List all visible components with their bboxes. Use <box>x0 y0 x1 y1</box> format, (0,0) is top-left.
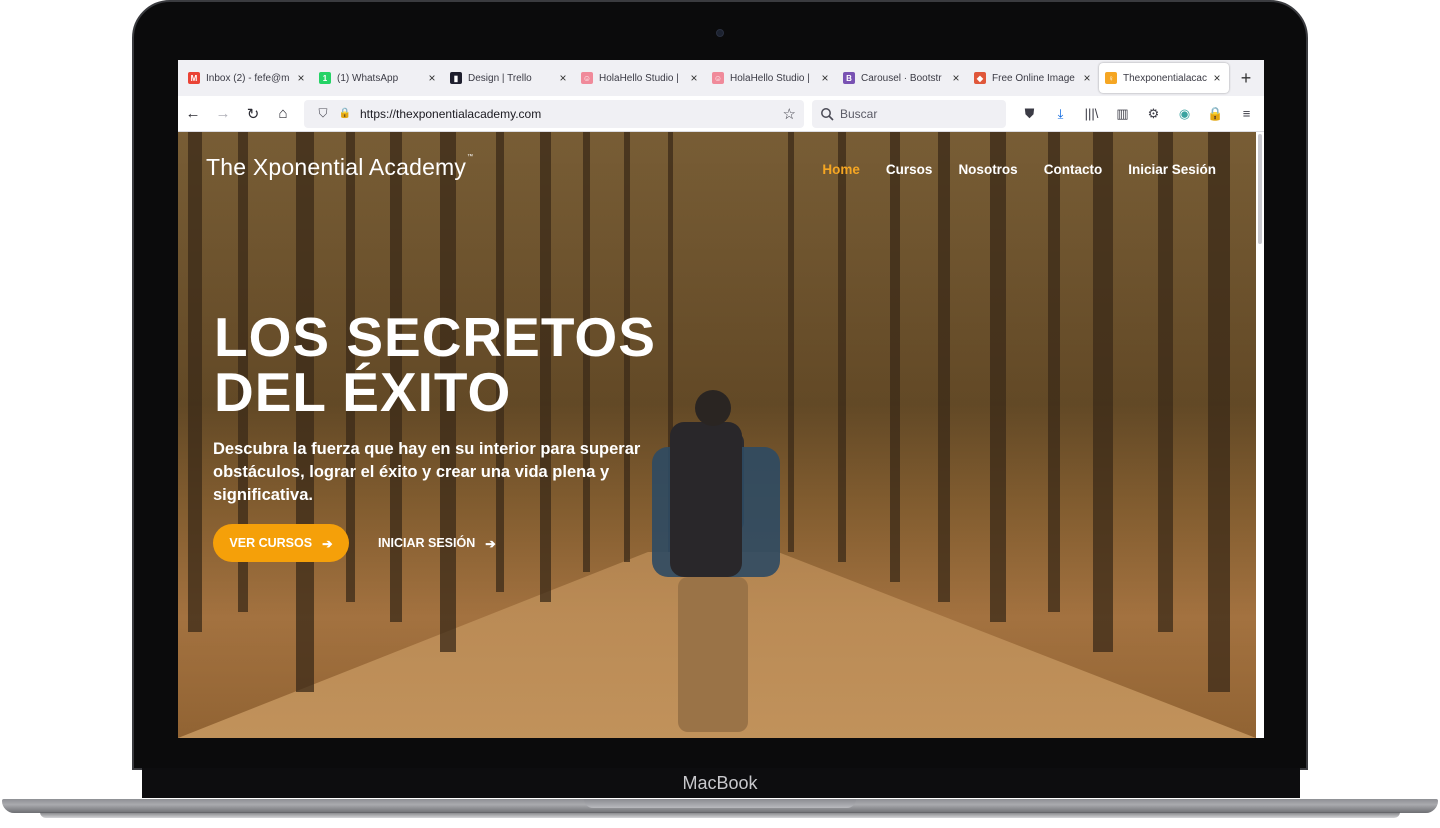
image-tool-icon: ◆ <box>974 72 986 84</box>
laptop-notch <box>584 799 856 808</box>
browser-tab[interactable]: ♀ Thexponentialacac × <box>1099 63 1229 93</box>
holahello-icon: ☺ <box>712 72 724 84</box>
tab-title: Carousel · Bootstr <box>861 72 942 84</box>
lock-icon[interactable]: 🔒 <box>334 108 356 119</box>
browser-tab[interactable]: B Carousel · Bootstr × <box>837 63 968 93</box>
pocket-icon[interactable]: ⛊ <box>1014 100 1045 128</box>
tab-title: Free Online Image <box>992 72 1075 84</box>
tab-title: Design | Trello <box>468 72 532 84</box>
navigation-toolbar: ← → ↻ ⌂ ⛉ 🔒 https://thexponentialacademy… <box>178 96 1264 132</box>
nav-link-cursos[interactable]: Cursos <box>886 162 933 177</box>
back-icon[interactable]: ← <box>178 100 208 128</box>
holahello-icon: ☺ <box>581 72 593 84</box>
tab-title: (1) WhatsApp <box>337 72 399 84</box>
download-icon[interactable]: ⤓ <box>1045 100 1076 128</box>
iniciar-sesion-label: INICIAR SESIÓN <box>378 536 476 550</box>
arrow-right-icon: ➔ <box>322 536 333 551</box>
camera-icon <box>716 29 724 37</box>
library-icon[interactable]: |||\ <box>1076 100 1107 128</box>
nav-link-contacto[interactable]: Contacto <box>1044 162 1103 177</box>
forest-background <box>178 132 1256 738</box>
whatsapp-icon: 1 <box>319 72 331 84</box>
browser-tab[interactable]: 1 (1) WhatsApp × <box>313 63 444 93</box>
address-bar[interactable]: ⛉ 🔒 https://thexponentialacademy.com ☆ <box>304 99 804 128</box>
url-text[interactable]: https://thexponentialacademy.com <box>360 107 541 121</box>
lightbulb-icon: ♀ <box>1105 72 1117 84</box>
forward-icon[interactable]: → <box>208 100 238 128</box>
new-tab-button[interactable]: + <box>1231 63 1261 93</box>
browser-tab[interactable]: ☺ HolaHello Studio | × <box>575 63 706 93</box>
tab-title: HolaHello Studio | <box>599 72 679 84</box>
hero-subtitle: Descubra la fuerza que hay en su interio… <box>213 440 641 504</box>
tab-title: Thexponentialacac <box>1123 72 1207 84</box>
browser-tab[interactable]: ☺ HolaHello Studio | × <box>706 63 837 93</box>
close-tab-icon[interactable]: × <box>1081 71 1093 85</box>
browser-tab[interactable]: ◆ Free Online Image × <box>968 63 1099 93</box>
close-tab-icon[interactable]: × <box>950 71 962 85</box>
shield-icon[interactable]: ⛉ <box>312 106 334 121</box>
scrollbar-thumb[interactable] <box>1258 134 1262 244</box>
nav-link-iniciar-sesi-n[interactable]: Iniciar Sesión <box>1128 162 1216 177</box>
close-tab-icon[interactable]: × <box>819 71 831 85</box>
ver-cursos-label: VER CURSOS <box>229 536 313 550</box>
laptop-foot <box>40 812 1400 818</box>
extension-lock-icon[interactable]: 🔒 <box>1200 100 1231 128</box>
toolbar-icons: ⛊ ⤓ |||\ ▥ ⚙ ◉ 🔒 ≡ <box>1014 100 1262 128</box>
search-placeholder: Buscar <box>840 106 878 121</box>
nav-link-nosotros[interactable]: Nosotros <box>958 162 1017 177</box>
home-icon[interactable]: ⌂ <box>268 100 298 128</box>
close-tab-icon[interactable]: × <box>426 71 438 85</box>
extension-globe-icon[interactable]: ◉ <box>1169 100 1200 128</box>
gmail-icon: M <box>188 72 200 84</box>
close-tab-icon[interactable]: × <box>1211 71 1223 85</box>
site-navigation: Home Cursos Nosotros Contacto Iniciar Sesión <box>822 162 1216 177</box>
search-icon <box>821 107 834 121</box>
device-brand-label: MacBook <box>682 773 758 793</box>
extension-gear-icon[interactable]: ⚙ <box>1138 100 1169 128</box>
hero-title-line-2: DEL ÉXITO <box>214 361 512 423</box>
close-tab-icon[interactable]: × <box>295 71 307 85</box>
search-input[interactable]: Buscar <box>812 99 1006 128</box>
reload-icon[interactable]: ↻ <box>238 100 268 128</box>
tab-strip: M Inbox (2) - fefe@m × 1 (1) WhatsApp × ▮ Desig… <box>178 60 1264 96</box>
browser-tab[interactable]: ▮ Design | Trello × <box>444 63 575 93</box>
iniciar-sesion-button[interactable]: INICIAR SESIÓN ➔ <box>378 524 496 562</box>
site-logo[interactable]: The Xponential Academy™ <box>206 154 473 181</box>
close-tab-icon[interactable]: × <box>557 71 569 85</box>
hero-title: LOS SECRETOS DEL ÉXITO <box>214 310 734 420</box>
hero-section: The Xponential Academy™ Home Cursos Nosotr… <box>178 132 1256 738</box>
close-tab-icon[interactable]: × <box>688 71 700 85</box>
arrow-right-icon: ➔ <box>485 536 496 551</box>
trello-icon: ▮ <box>450 72 462 84</box>
sidebar-icon[interactable]: ▥ <box>1107 100 1138 128</box>
bootstrap-icon: B <box>843 72 855 84</box>
nav-link-home[interactable]: Home <box>822 162 860 177</box>
hamburger-menu-icon[interactable]: ≡ <box>1231 100 1262 128</box>
page-scrollbar[interactable] <box>1256 132 1264 738</box>
hero-title-line-1: LOS SECRETOS <box>214 306 656 368</box>
tab-title: Inbox (2) - fefe@m <box>206 72 290 84</box>
bookmark-star-icon[interactable]: ☆ <box>783 105 796 123</box>
tab-title: HolaHello Studio | <box>730 72 810 84</box>
ver-cursos-button[interactable]: VER CURSOS ➔ <box>213 524 349 562</box>
browser-window: M Inbox (2) - fefe@m × 1 (1) WhatsApp × ▮ Desig… <box>178 60 1264 738</box>
laptop-mockup: M Inbox (2) - fefe@m × 1 (1) WhatsApp × ▮ Desig… <box>0 0 1440 828</box>
browser-tab[interactable]: M Inbox (2) - fefe@m × <box>182 63 313 93</box>
